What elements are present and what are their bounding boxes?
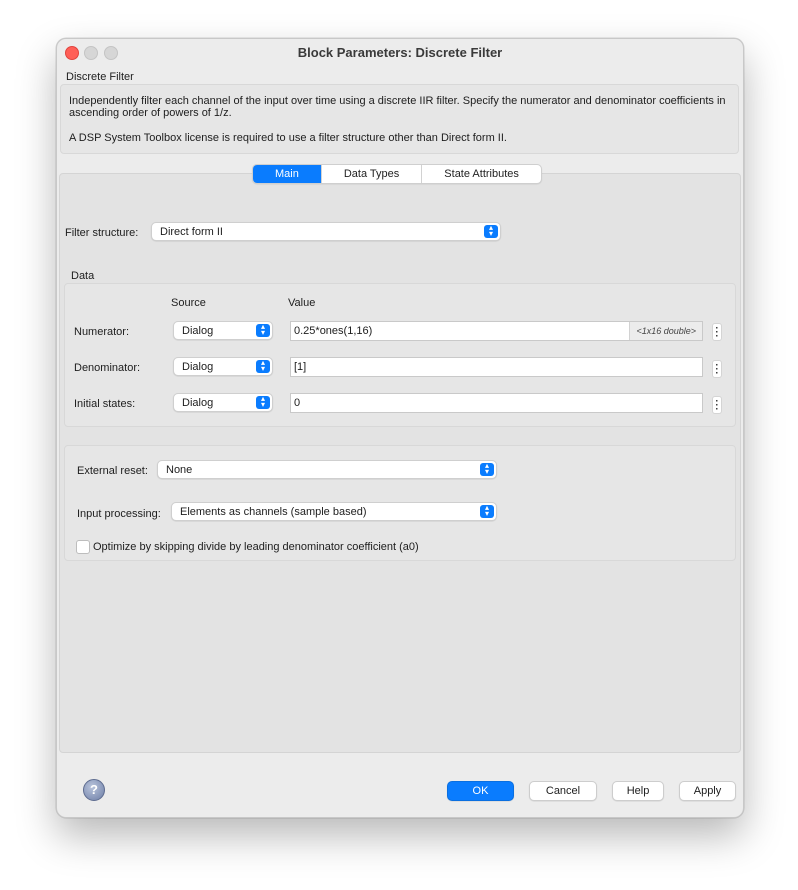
title-bar: Block Parameters: Discrete Filter <box>57 39 743 67</box>
numerator-value-field[interactable]: 0.25*ones(1,16) <1x16 double> <box>290 321 703 341</box>
numerator-source-select[interactable]: Dialog ▴ ▾ <box>173 321 273 340</box>
external-reset-label: External reset: <box>77 465 148 477</box>
denominator-source-value: Dialog <box>182 361 214 373</box>
denominator-more-icon[interactable]: · · · <box>712 360 722 379</box>
initial-states-more-icon[interactable]: · · · <box>712 396 722 415</box>
license-note: A DSP System Toolbox license is required… <box>69 132 507 144</box>
numerator-more-icon[interactable]: · · · <box>712 323 722 342</box>
apply-button[interactable]: Apply <box>679 781 736 801</box>
cancel-button[interactable]: Cancel <box>529 781 597 801</box>
chevron-updown-icon: ▴ ▾ <box>484 224 498 238</box>
denominator-source-select[interactable]: Dialog ▴ ▾ <box>173 357 273 376</box>
numerator-label: Numerator: <box>74 326 130 338</box>
initial-states-source-select[interactable]: Dialog ▴ ▾ <box>173 393 273 412</box>
input-processing-label: Input processing: <box>77 508 161 520</box>
tab-data-types[interactable]: Data Types <box>322 165 423 183</box>
chevron-updown-icon: ▴ ▾ <box>256 323 270 337</box>
description-box: Independently filter each channel of the… <box>60 84 739 154</box>
block-name: Discrete Filter <box>66 71 134 83</box>
dialog-window: Block Parameters: Discrete Filter Discre… <box>56 38 744 818</box>
zoom-window-button[interactable] <box>104 46 118 60</box>
initial-states-source-value: Dialog <box>182 397 214 409</box>
filter-structure-select[interactable]: Direct form II ▴ ▾ <box>151 222 501 241</box>
external-reset-value: None <box>166 464 193 476</box>
initial-states-value-field[interactable]: 0 <box>290 393 703 413</box>
denominator-label: Denominator: <box>74 362 141 374</box>
tab-state-attributes[interactable]: State Attributes <box>422 165 541 183</box>
input-processing-value: Elements as channels (sample based) <box>180 506 367 518</box>
numerator-source-value: Dialog <box>182 325 214 337</box>
external-reset-select[interactable]: None ▴ ▾ <box>157 460 497 479</box>
block-description: Independently filter each channel of the… <box>69 95 726 119</box>
chevron-updown-icon: ▴ ▾ <box>256 359 270 373</box>
tab-bar: Main Data Types State Attributes <box>252 164 542 184</box>
chevron-updown-icon: ▴ ▾ <box>480 462 494 476</box>
source-column-header: Source <box>171 297 206 309</box>
denominator-value: [1] <box>294 361 307 373</box>
numerator-value: 0.25*ones(1,16) <box>294 325 373 337</box>
denominator-value-field[interactable]: [1] <box>290 357 703 377</box>
chevron-updown-icon: ▴ ▾ <box>480 504 494 518</box>
numerator-size-hint: <1x16 double> <box>629 322 702 340</box>
help-button[interactable]: Help <box>612 781 664 801</box>
initial-states-label: Initial states: <box>74 398 136 410</box>
value-column-header: Value <box>288 297 316 309</box>
optimize-label: Optimize by skipping divide by leading d… <box>93 541 419 553</box>
input-processing-select[interactable]: Elements as channels (sample based) ▴ ▾ <box>171 502 497 521</box>
options-group: External reset: None ▴ ▾ Input processing… <box>64 445 736 561</box>
optimize-checkbox[interactable] <box>76 540 90 554</box>
data-group-label: Data <box>71 270 95 282</box>
tab-main[interactable]: Main <box>253 165 322 183</box>
data-group: Source Value Numerator: Dialog ▴ ▾ 0.25*o… <box>64 283 736 427</box>
main-tab-panel: Filter structure: Direct form II ▴ ▾ Data… <box>59 173 741 753</box>
chevron-updown-icon: ▴ ▾ <box>256 395 270 409</box>
filter-structure-label: Filter structure: <box>65 227 139 239</box>
close-window-button[interactable] <box>65 46 79 60</box>
minimize-window-button[interactable] <box>84 46 98 60</box>
initial-states-value: 0 <box>294 397 301 409</box>
filter-structure-value: Direct form II <box>160 226 223 238</box>
help-icon[interactable]: ? <box>83 779 105 801</box>
ok-button[interactable]: OK <box>447 781 514 801</box>
window-title: Block Parameters: Discrete Filter <box>297 45 503 60</box>
